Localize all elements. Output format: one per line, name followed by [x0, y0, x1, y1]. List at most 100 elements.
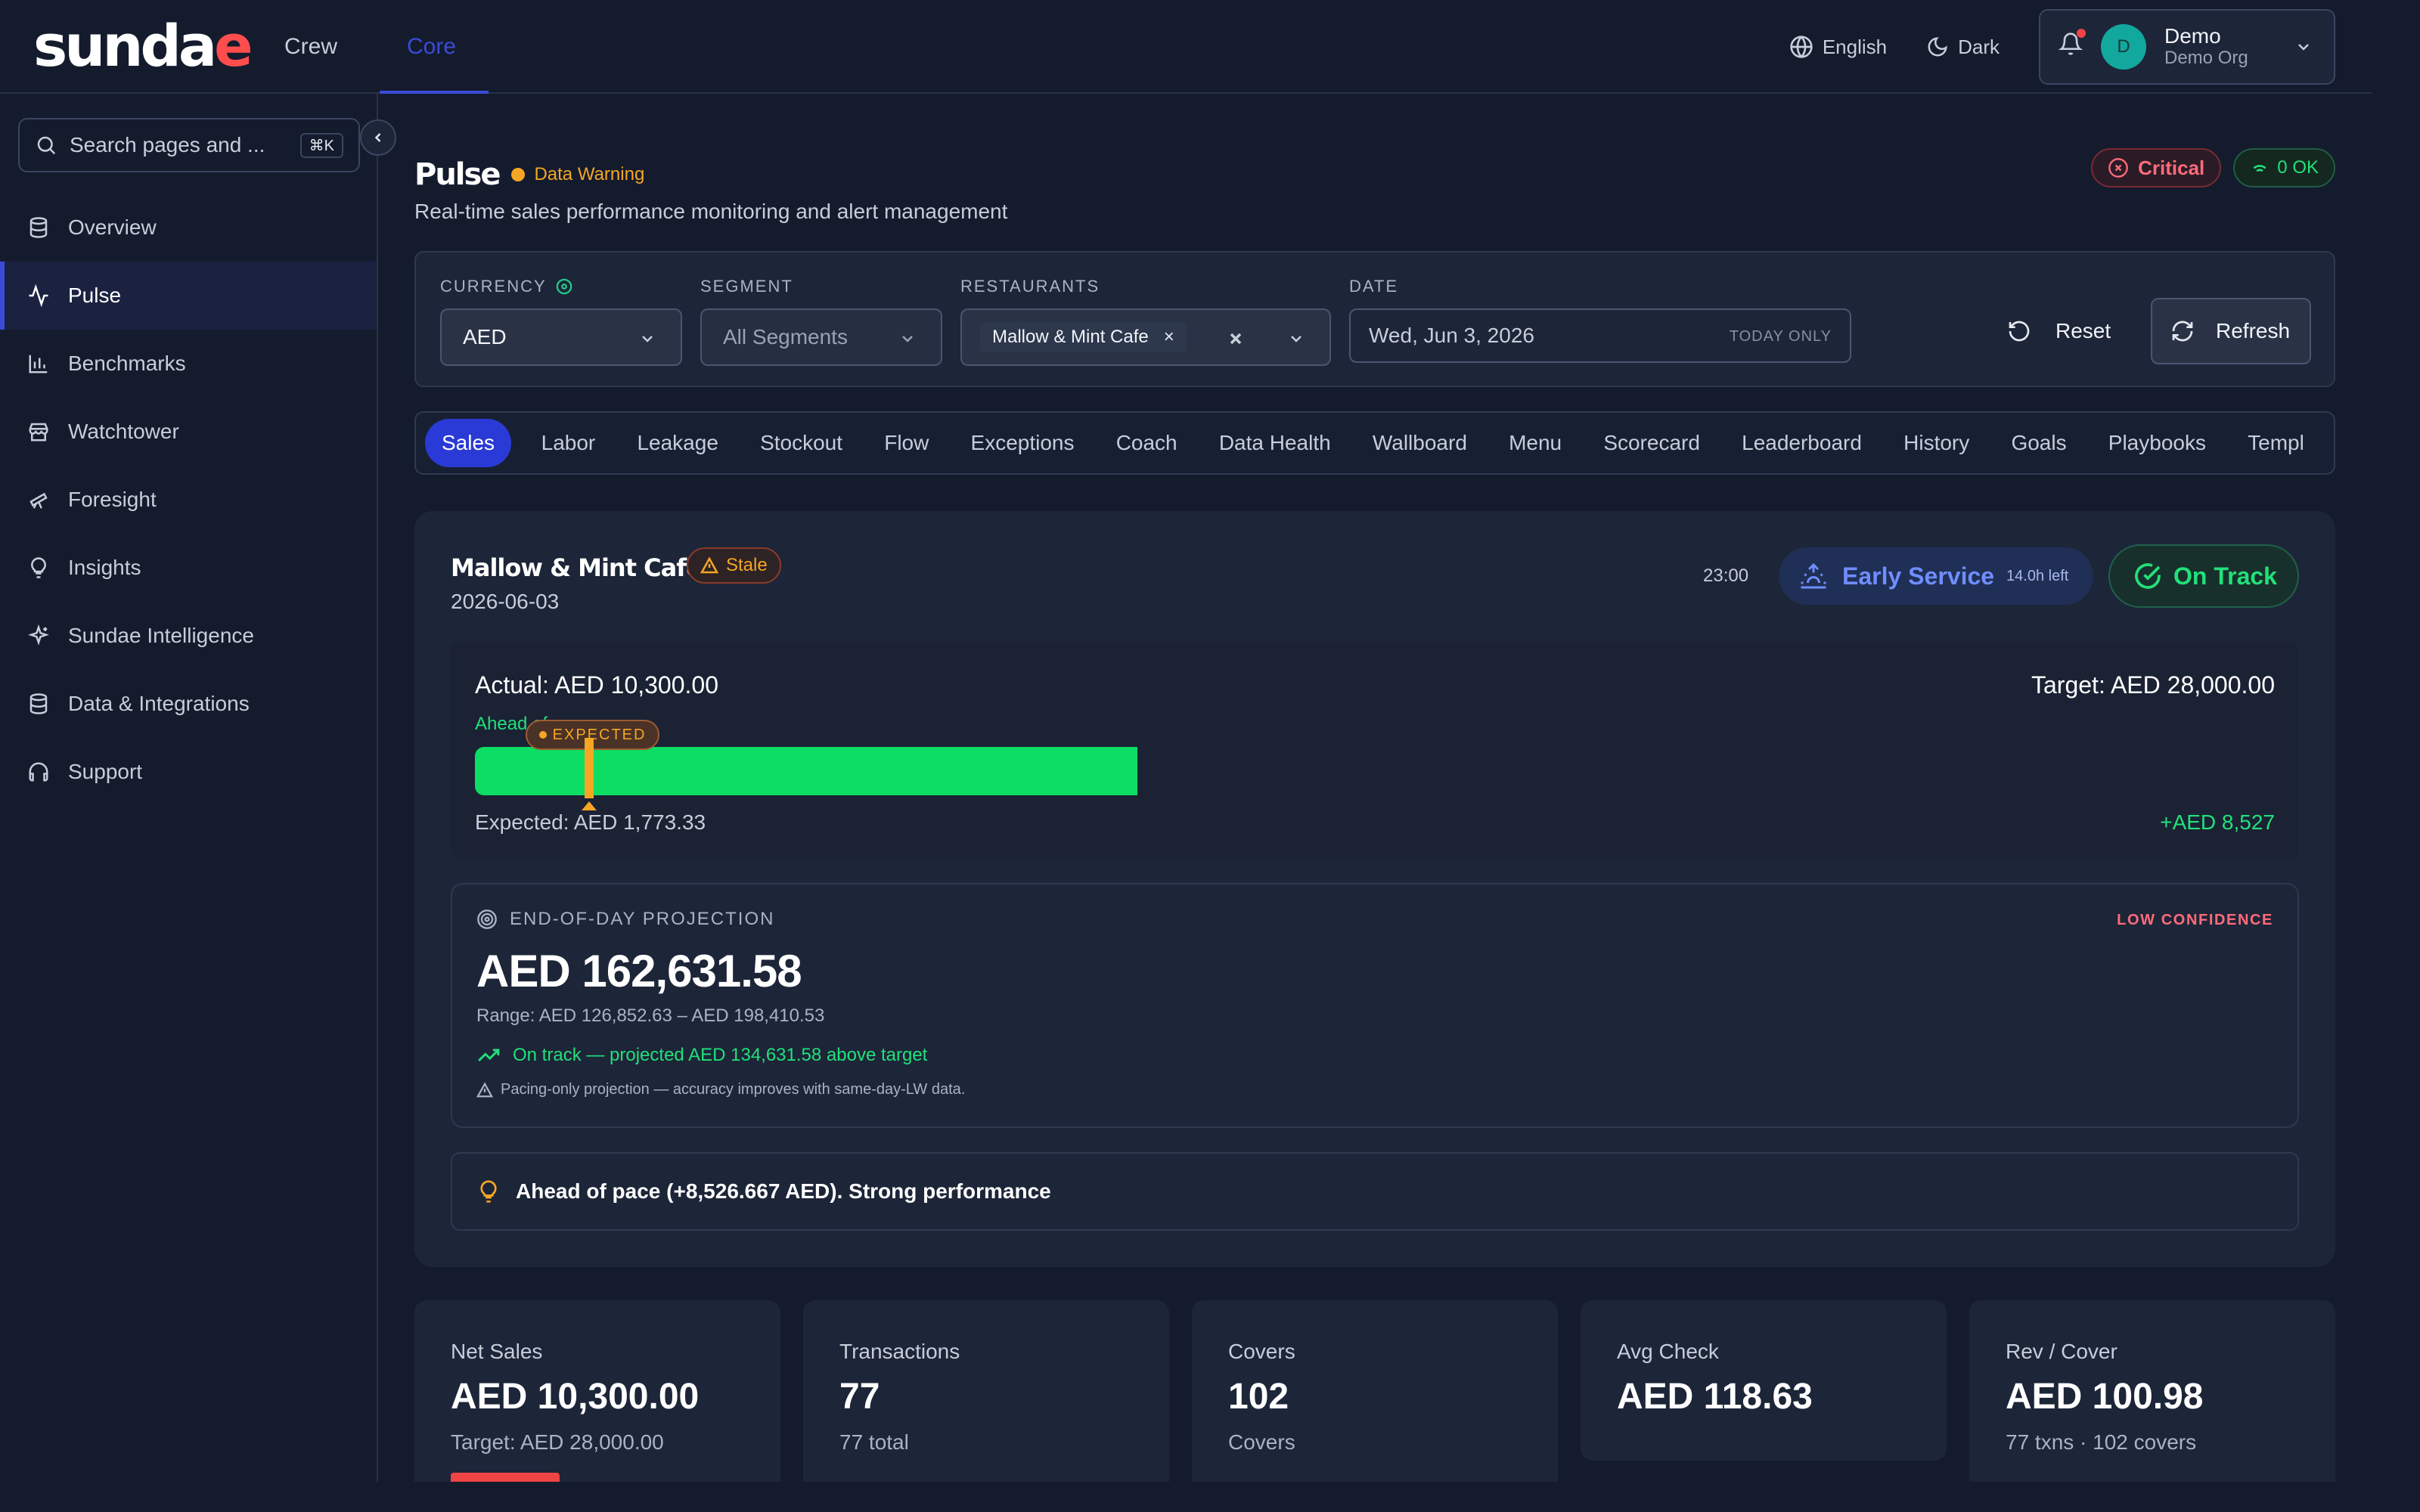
info-circle-icon[interactable]: [556, 278, 572, 295]
language-selector[interactable]: English: [1789, 35, 1887, 59]
status-label: On Track: [2173, 562, 2277, 590]
chevron-left-icon: [374, 133, 381, 142]
topnav-crew[interactable]: Crew: [284, 0, 337, 94]
time-left: 14.0h left: [2006, 567, 2069, 584]
kpi-label: Covers: [1228, 1340, 1295, 1363]
tab-flow[interactable]: Flow: [864, 419, 950, 467]
kpi-sub: 77 txns · 102 covers: [2006, 1430, 2197, 1454]
sidebar-item-sundae-intelligence[interactable]: Sundae Intelligence: [0, 602, 377, 670]
check-circle-icon: [2135, 563, 2161, 589]
insight-text: Ahead of pace (+8,526.667 AED). Strong p…: [516, 1179, 1051, 1203]
user-info: Demo Demo Org: [2164, 25, 2248, 69]
x-circle-icon: [2108, 158, 2128, 178]
top-bar: sundae Crew Core English Dark D Demo Dem…: [0, 0, 2372, 94]
collapse-sidebar-button[interactable]: [360, 119, 396, 156]
tab-sales[interactable]: Sales: [425, 419, 512, 467]
tab-goals[interactable]: Goals: [1990, 419, 2087, 467]
restaurants-select[interactable]: Mallow & Mint Cafe ×: [960, 308, 1331, 366]
reset-label: Reset: [2055, 319, 2111, 342]
sidebar-item-watchtower[interactable]: Watchtower: [0, 398, 377, 466]
sidebar-nav: Overview Pulse Benchmarks Watchtower For…: [0, 194, 377, 806]
sidebar-item-insights[interactable]: Insights: [0, 534, 377, 602]
sidebar-item-overview[interactable]: Overview: [0, 194, 377, 262]
tab-leaderboard[interactable]: Leaderboard: [1721, 419, 1883, 467]
remove-chip-icon[interactable]: ×: [1164, 327, 1174, 348]
tab-history[interactable]: History: [1883, 419, 1990, 467]
confidence-label: LOW CONFIDENCE: [2117, 912, 2273, 928]
chevron-down-icon: [642, 336, 653, 342]
theme-label: Dark: [1958, 35, 2000, 58]
tab-leakage[interactable]: Leakage: [616, 419, 740, 467]
page-subtitle: Real-time sales performance monitoring a…: [414, 200, 1008, 223]
critical-label: Critical: [2138, 156, 2205, 179]
tab-coach[interactable]: Coach: [1095, 419, 1198, 467]
search-input[interactable]: Search pages and ...: [70, 133, 300, 157]
segment-select[interactable]: All Segments: [700, 308, 942, 366]
projection-status: On track — projected AED 134,631.58 abov…: [476, 1045, 927, 1066]
insight-banner: Ahead of pace (+8,526.667 AED). Strong p…: [451, 1152, 2299, 1231]
chevron-down-icon: [2298, 44, 2309, 51]
topnav-core[interactable]: Core: [380, 0, 489, 94]
tab-exceptions[interactable]: Exceptions: [950, 419, 1095, 467]
topbar-actions: English Dark D Demo Demo Org: [1789, 9, 2335, 85]
clear-icon[interactable]: [1227, 330, 1245, 348]
kpi-rev-per-cover[interactable]: Rev / Cover AED 100.98 77 txns · 102 cov…: [1969, 1300, 2335, 1482]
tab-playbooks[interactable]: Playbooks: [2087, 419, 2226, 467]
tab-data-health[interactable]: Data Health: [1198, 419, 1351, 467]
stale-badge: Stale: [687, 547, 781, 584]
tab-stockout[interactable]: Stockout: [739, 419, 863, 467]
critical-badge[interactable]: Critical: [2091, 148, 2222, 187]
sidebar-item-data-integrations[interactable]: Data & Integrations: [0, 670, 377, 738]
surplus-amount: +AED 8,527: [2160, 810, 2275, 834]
search-box[interactable]: Search pages and ... ⌘K: [18, 118, 360, 172]
kpi-covers[interactable]: Covers 102 Covers: [1192, 1300, 1558, 1482]
language-label: English: [1822, 35, 1888, 58]
tab-labor[interactable]: Labor: [520, 419, 616, 467]
data-warning-badge[interactable]: Data Warning: [511, 164, 644, 185]
sundae-logo[interactable]: sundae: [33, 12, 253, 79]
globe-icon: [1790, 36, 1813, 58]
projection-note-text: Pacing-only projection — accuracy improv…: [501, 1081, 966, 1098]
projection-value: AED 162,631.58: [476, 946, 802, 996]
status-badges: Critical 0 OK: [2091, 148, 2335, 187]
sidebar-item-pulse[interactable]: Pulse: [0, 262, 377, 330]
pace-progress-bar: EXPECTED: [475, 720, 2275, 810]
sidebar-item-foresight[interactable]: Foresight: [0, 466, 377, 534]
service-period-badge: Early Service 14.0h left: [1779, 547, 2093, 605]
tab-templates[interactable]: Templ: [2227, 419, 2325, 467]
kpi-value: AED 118.63: [1617, 1377, 1813, 1417]
target-icon: [477, 909, 497, 929]
sidebar-item-support[interactable]: Support: [0, 738, 377, 806]
kpi-value: AED 10,300.00: [451, 1377, 700, 1417]
kpi-label: Avg Check: [1617, 1340, 1719, 1363]
date-input[interactable]: Wed, Jun 3, 2026 TODAY ONLY: [1349, 308, 1851, 363]
kpi-avg-check[interactable]: Avg Check AED 118.63: [1581, 1300, 1947, 1461]
date-label: DATE: [1349, 277, 1399, 296]
theme-toggle[interactable]: Dark: [1926, 36, 2000, 59]
tab-menu[interactable]: Menu: [1488, 419, 1582, 467]
sunrise-icon: [1801, 562, 1826, 589]
expected-dot: [538, 731, 547, 739]
kpi-transactions[interactable]: Transactions 77 77 total: [803, 1300, 1169, 1482]
currency-select[interactable]: AED: [440, 308, 682, 366]
reset-button[interactable]: Reset: [2007, 301, 2111, 361]
lightbulb-icon: [480, 1180, 497, 1203]
currency-value: AED: [463, 325, 507, 349]
kpi-net-sales[interactable]: Net Sales AED 10,300.00 Target: AED 28,0…: [414, 1300, 780, 1482]
trending-up-icon: [478, 1049, 500, 1062]
on-track-badge: On Track: [2108, 544, 2299, 608]
pace-panel: Actual: AED 10,300.00 Target: AED 28,000…: [451, 641, 2299, 859]
tab-wallboard[interactable]: Wallboard: [1351, 419, 1488, 467]
projection-label: END-OF-DAY PROJECTION: [476, 909, 774, 930]
refresh-button[interactable]: Refresh: [2151, 298, 2311, 364]
sidebar-item-benchmarks[interactable]: Benchmarks: [0, 330, 377, 398]
segment-filter: SEGMENT All Segments: [700, 277, 942, 366]
restaurant-chip-label: Mallow & Mint Cafe: [992, 327, 1149, 347]
notifications-button[interactable]: [2058, 29, 2086, 62]
store-pace-card: Mallow & Mint Cafe Stale 2026-06-03 23:0…: [414, 511, 2335, 1267]
ok-badge[interactable]: 0 OK: [2233, 148, 2335, 187]
chevron-down-icon: [1291, 336, 1302, 342]
user-name: Demo: [2164, 24, 2221, 48]
tab-scorecard[interactable]: Scorecard: [1583, 419, 1721, 467]
user-menu[interactable]: D Demo Demo Org: [2039, 9, 2335, 85]
